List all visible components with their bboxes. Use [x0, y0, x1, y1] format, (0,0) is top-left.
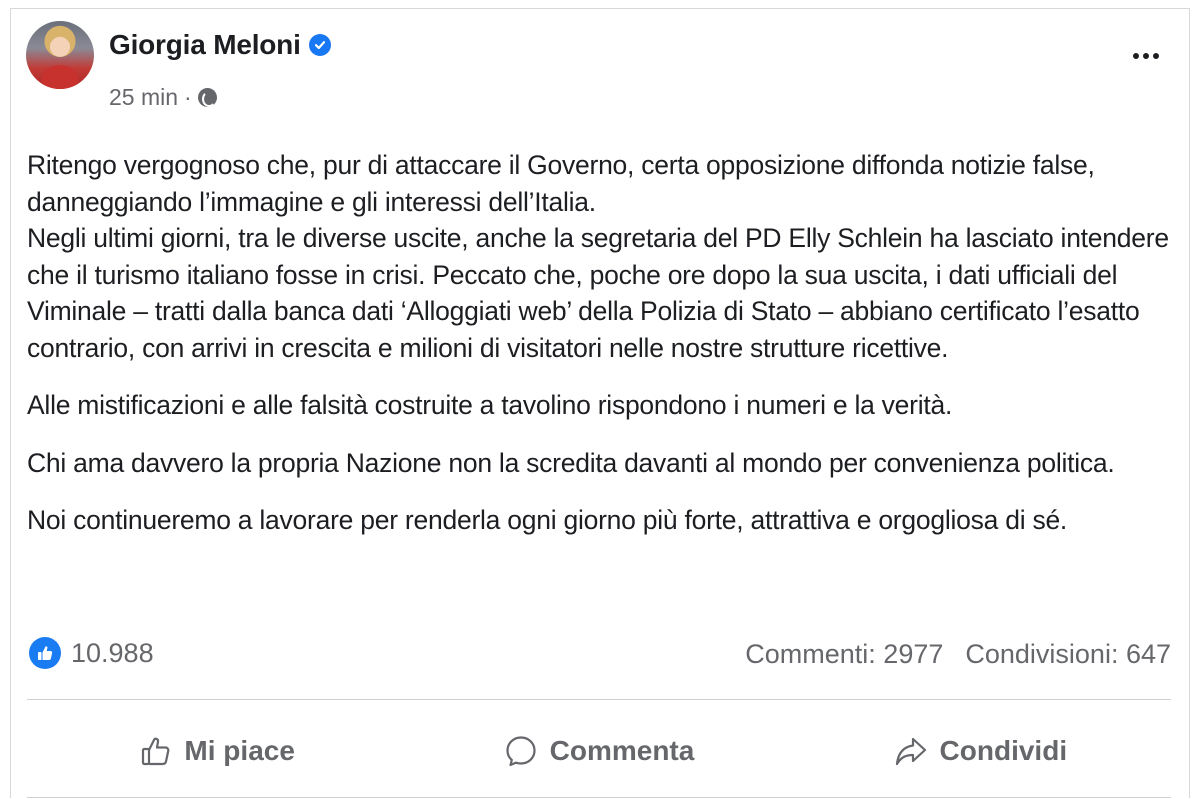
- paragraph: Noi continueremo a lavorare per renderla…: [27, 502, 1167, 539]
- post-timestamp[interactable]: 25 min: [109, 84, 178, 111]
- text-line: contrario, con arrivi in crescita e mili…: [27, 332, 949, 363]
- post-meta: 25 min ·: [109, 84, 217, 111]
- reactions-summary[interactable]: 10.988: [29, 637, 154, 669]
- action-bar: Mi piace Commenta Condividi: [27, 721, 1171, 781]
- paragraph: Ritengo vergognoso che, pur di attaccare…: [27, 147, 1169, 366]
- author-name[interactable]: Giorgia Meloni: [109, 29, 301, 61]
- post-body: Ritengo vergognoso che, pur di attaccare…: [27, 147, 1169, 560]
- comments-count[interactable]: Commenti: 2977: [745, 639, 943, 670]
- text-line: Alle mistificazioni e alle falsità costr…: [27, 390, 953, 420]
- text-line: Viminale – tratti dalla banca dati ‘Allo…: [27, 296, 1140, 326]
- share-arrow-icon: [894, 734, 928, 768]
- divider: [27, 797, 1171, 798]
- text-line: Ritengo vergognoso che, pur di attaccare…: [27, 150, 1095, 180]
- thumbs-up-icon: [140, 735, 172, 767]
- post-stats: Commenti: 2977 Condivisioni: 647: [745, 639, 1171, 670]
- author-header: Giorgia Meloni: [109, 29, 331, 61]
- paragraph: Chi ama davvero la propria Nazione non l…: [27, 445, 1167, 482]
- like-label: Mi piace: [184, 735, 295, 766]
- meta-separator: ·: [184, 84, 192, 110]
- like-button[interactable]: Mi piace: [27, 721, 408, 781]
- comment-bubble-icon: [504, 734, 538, 768]
- likes-count[interactable]: 10.988: [71, 638, 154, 669]
- share-label: Condividi: [939, 735, 1068, 766]
- text-line: Chi ama davvero la propria Nazione non l…: [27, 447, 1115, 478]
- share-button[interactable]: Condividi: [790, 721, 1171, 781]
- author-avatar[interactable]: [26, 21, 94, 89]
- globe-icon[interactable]: [197, 88, 217, 107]
- text-line: che il turismo italiano fosse in crisi. …: [27, 259, 1118, 290]
- like-reaction-icon: [29, 637, 61, 669]
- paragraph: Alle mistificazioni e alle falsità costr…: [27, 387, 1167, 424]
- text-line: danneggiando l’immagine e gli interessi …: [27, 186, 596, 217]
- post-card: Giorgia Meloni 25 min · Ritengo vergogno…: [10, 8, 1190, 798]
- shares-count[interactable]: Condivisioni: 647: [965, 639, 1171, 670]
- more-options-icon[interactable]: [1133, 53, 1159, 59]
- comment-button[interactable]: Commenta: [408, 721, 789, 781]
- text-line: Noi continueremo a lavorare per renderla…: [27, 505, 1068, 535]
- verified-badge-icon: [308, 34, 331, 56]
- divider: [27, 699, 1171, 700]
- comment-label: Commenta: [549, 735, 695, 766]
- text-line: Negli ultimi giorni, tra le diverse usci…: [27, 223, 1169, 253]
